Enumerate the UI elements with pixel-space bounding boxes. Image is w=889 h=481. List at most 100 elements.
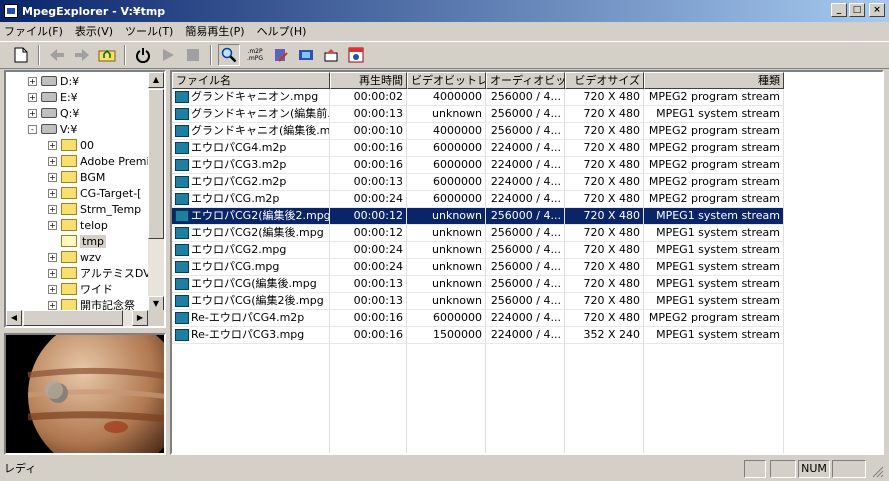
- table-row[interactable]: Re-エウロパCG3.mpg 00:00:16 1500000 224000 / 4.…: [172, 327, 784, 344]
- tree-vertical-scrollbar[interactable]: ▲ ▼: [148, 72, 164, 312]
- tree-item[interactable]: + wzv: [48, 249, 101, 265]
- title-bar[interactable]: MpegExplorer - V:¥tmp _ □ ×: [0, 0, 889, 22]
- collapse-toggle-icon[interactable]: -: [28, 124, 37, 134]
- tree-item[interactable]: + telop: [48, 217, 108, 233]
- app-icon[interactable]: [4, 4, 18, 18]
- tree-item[interactable]: + ワイド: [48, 281, 113, 297]
- expand-toggle-icon[interactable]: +: [28, 92, 37, 102]
- cell-name: エウロパCG2.mpg: [172, 242, 330, 259]
- expand-toggle-icon[interactable]: +: [28, 108, 37, 118]
- folder-icon: [61, 171, 77, 183]
- tree-item[interactable]: tmp: [48, 233, 107, 249]
- drive-icon: [41, 124, 57, 134]
- empty-row: [172, 412, 784, 429]
- expand-toggle-icon[interactable]: +: [48, 268, 57, 278]
- table-row[interactable]: Re-エウロパCG4.m2p 00:00:16 6000000 224000 / 4.…: [172, 310, 784, 327]
- search-icon[interactable]: [218, 44, 240, 66]
- cell-vbr: 4000000: [407, 89, 486, 106]
- expand-toggle-icon[interactable]: +: [48, 284, 57, 294]
- tree-item[interactable]: + CG-Target-[: [48, 185, 141, 201]
- expand-toggle-icon[interactable]: +: [48, 204, 57, 214]
- tree-item[interactable]: + アルテミスDV: [48, 265, 148, 281]
- table-row[interactable]: エウロパCG.mpg 00:00:24 unknown 256000 / 4... 72…: [172, 259, 784, 276]
- expand-toggle-icon[interactable]: +: [48, 188, 57, 198]
- power-icon[interactable]: [132, 44, 154, 66]
- menu-file[interactable]: ファイル(F): [4, 23, 63, 39]
- empty-row: [172, 378, 784, 395]
- tree-horizontal-scrollbar[interactable]: ◀ ▶: [6, 310, 148, 326]
- table-row[interactable]: エウロパCG(編集2後.mpg 00:00:13 unknown 256000 / 4…: [172, 293, 784, 310]
- expand-toggle-icon[interactable]: +: [48, 300, 57, 310]
- cell-kind: MPEG2 program stream: [644, 140, 784, 157]
- table-row[interactable]: グランドキャニオ(編集後.mpg 00:00:10 4000000 256000 / …: [172, 123, 784, 140]
- menu-tools[interactable]: ツール(T): [125, 23, 173, 39]
- tree-item[interactable]: + E:¥: [28, 89, 78, 105]
- file-list[interactable]: ファイル名 再生時間 ビデオビットレ... オーディオビッ... ビデオサイズ …: [170, 70, 884, 455]
- minimize-button[interactable]: _: [831, 3, 847, 17]
- column-header-video-bitrate[interactable]: ビデオビットレ...: [407, 72, 486, 89]
- expand-toggle-icon[interactable]: +: [48, 172, 57, 182]
- m2p-to-mpg-icon[interactable]: .m2P .mPG: [243, 44, 267, 66]
- table-row[interactable]: エウロパCG2.mpg 00:00:24 unknown 256000 / 4... 7…: [172, 242, 784, 259]
- cell-vbr: unknown: [407, 208, 486, 225]
- drive-icon: [41, 76, 57, 86]
- new-file-icon[interactable]: [10, 44, 32, 66]
- scroll-thumb[interactable]: [148, 89, 164, 239]
- folder-up-icon[interactable]: [96, 44, 118, 66]
- cell-time: 00:00:12: [330, 225, 407, 242]
- column-header-duration[interactable]: 再生時間: [330, 72, 407, 89]
- expand-toggle-icon[interactable]: +: [48, 252, 57, 262]
- scroll-right-button[interactable]: ▶: [132, 310, 148, 326]
- expand-toggle-icon[interactable]: +: [48, 220, 57, 230]
- column-header-type[interactable]: 種類: [644, 72, 784, 89]
- scroll-left-button[interactable]: ◀: [6, 310, 22, 326]
- menu-play[interactable]: 簡易再生(P): [185, 23, 244, 39]
- table-row[interactable]: エウロパCG2(編集後.mpg 00:00:12 unknown 256000 / 4…: [172, 225, 784, 242]
- resize-grip-icon[interactable]: [870, 464, 884, 478]
- empty-cell: [407, 361, 486, 378]
- forward-arrow-icon[interactable]: [71, 44, 93, 66]
- cell-name: エウロパCG3.m2p: [172, 157, 330, 174]
- cell-abr: 256000 / 4...: [486, 208, 565, 225]
- stop-icon[interactable]: [182, 44, 204, 66]
- table-row[interactable]: エウロパCG4.m2p 00:00:16 6000000 224000 / 4... 7…: [172, 140, 784, 157]
- folder-tree[interactable]: + D:¥ + E:¥ + Q:¥ - V:¥ +00 + Adobe Premi + BGM + CG-T…: [4, 70, 166, 328]
- tree-item[interactable]: + Strm_Temp: [48, 201, 141, 217]
- tree-item[interactable]: + Adobe Premi: [48, 153, 148, 169]
- tree-item[interactable]: + Q:¥: [28, 105, 79, 121]
- back-arrow-icon[interactable]: [46, 44, 68, 66]
- calendar-icon[interactable]: [345, 44, 367, 66]
- scroll-up-button[interactable]: ▲: [148, 72, 164, 88]
- table-row[interactable]: グランドキャニオン.mpg 00:00:02 4000000 256000 / 4..…: [172, 89, 784, 106]
- tree-item-label: V:¥: [60, 122, 78, 136]
- table-row[interactable]: グランドキャニオン(編集前... 00:00:13 unknown 256000 / …: [172, 106, 784, 123]
- video-file-icon: [175, 295, 189, 307]
- table-row[interactable]: エウロパCG2.m2p 00:00:13 6000000 224000 / 4... 7…: [172, 174, 784, 191]
- tree-item[interactable]: + D:¥: [28, 73, 79, 89]
- expand-toggle-icon[interactable]: +: [28, 76, 37, 86]
- tree-item[interactable]: +00: [48, 137, 94, 153]
- table-row[interactable]: エウロパCG(編集後.mpg 00:00:13 unknown 256000 / 4.…: [172, 276, 784, 293]
- column-header-name[interactable]: ファイル名: [172, 72, 330, 89]
- expand-toggle-icon[interactable]: +: [48, 156, 57, 166]
- table-row[interactable]: エウロパCG2(編集後2.mpg 00:00:12 unknown 256000 / …: [172, 208, 784, 225]
- column-header-audio-bitrate[interactable]: オーディオビッ...: [486, 72, 565, 89]
- hscroll-thumb[interactable]: [23, 310, 123, 326]
- wrench-icon[interactable]: [270, 44, 292, 66]
- close-button[interactable]: ×: [869, 3, 885, 17]
- tree-item[interactable]: + BGM: [48, 169, 105, 185]
- table-row[interactable]: エウロパCG3.m2p 00:00:16 6000000 224000 / 4... 7…: [172, 157, 784, 174]
- save-icon[interactable]: [320, 44, 342, 66]
- column-header-video-size[interactable]: ビデオサイズ: [565, 72, 644, 89]
- expand-toggle-icon[interactable]: +: [48, 140, 57, 150]
- tree-item[interactable]: - V:¥: [28, 121, 77, 137]
- menu-help[interactable]: ヘルプ(H): [257, 23, 307, 39]
- play-icon[interactable]: [157, 44, 179, 66]
- maximize-button[interactable]: □: [849, 3, 865, 17]
- video-file-icon: [175, 261, 189, 273]
- cell-name: エウロパCG2(編集後.mpg: [172, 225, 330, 242]
- menu-view[interactable]: 表示(V): [75, 23, 113, 39]
- cell-kind: MPEG2 program stream: [644, 191, 784, 208]
- table-row[interactable]: エウロパCG.m2p 00:00:24 6000000 224000 / 4... 72…: [172, 191, 784, 208]
- film-settings-icon[interactable]: [295, 44, 317, 66]
